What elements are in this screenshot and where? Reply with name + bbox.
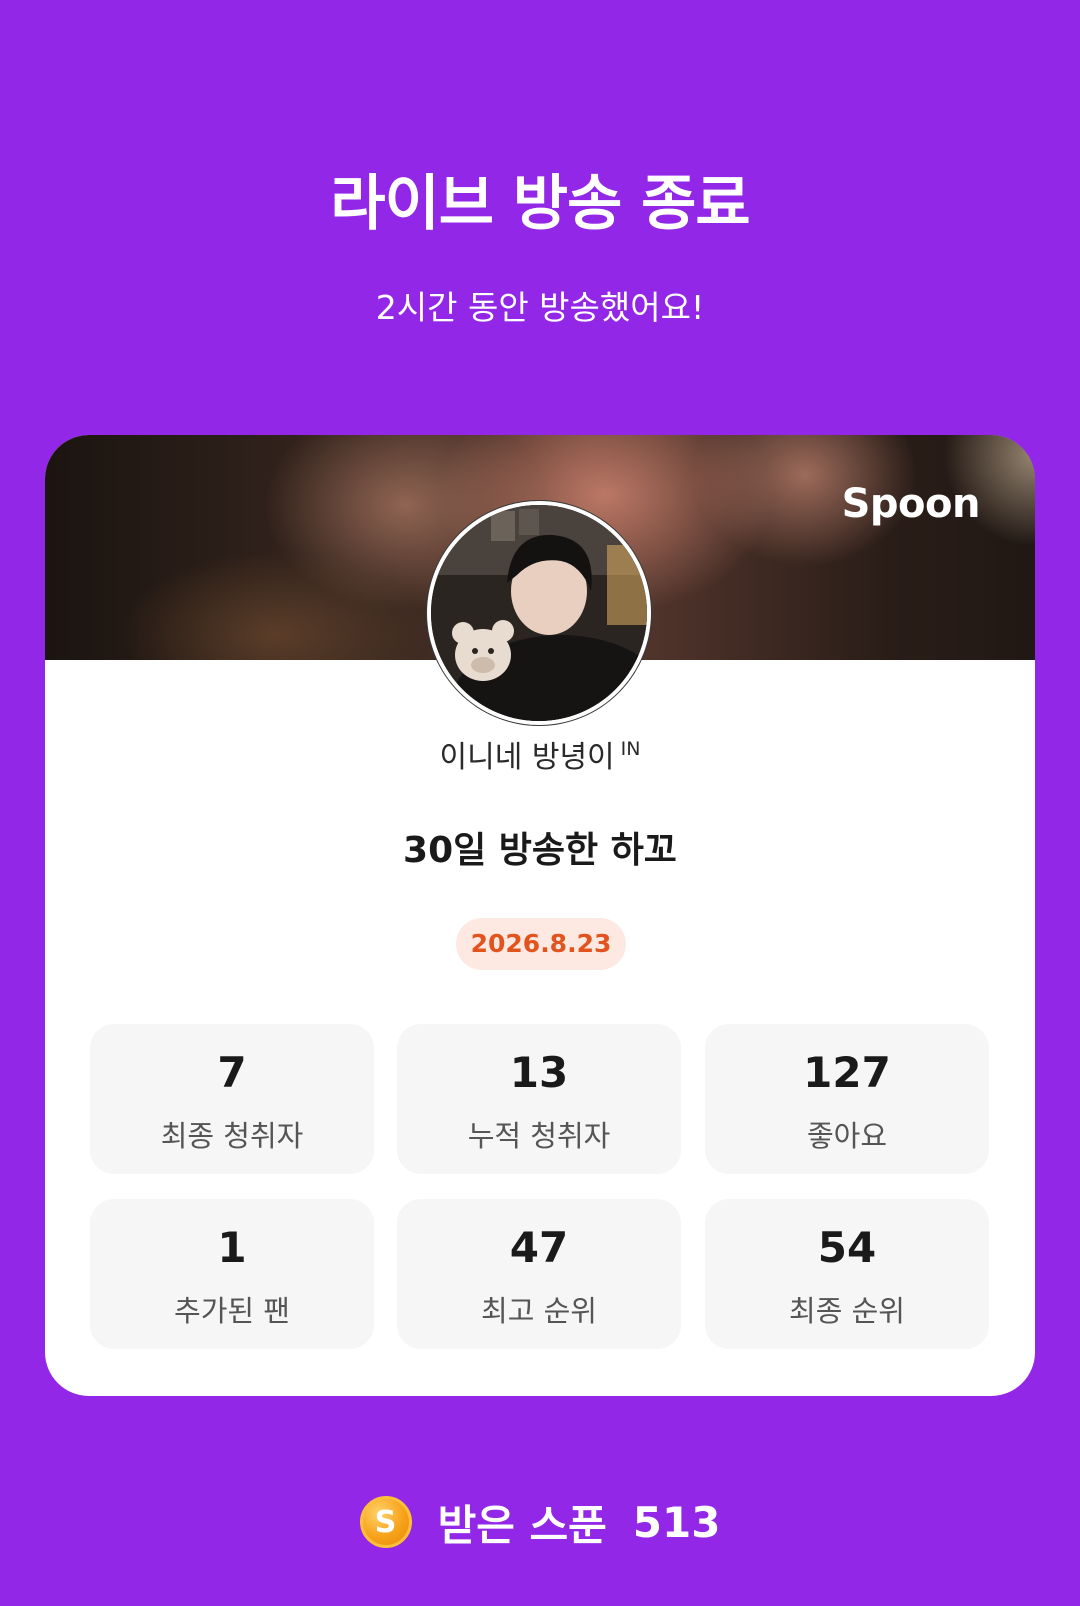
stat-value: 127 [803, 1048, 891, 1097]
stat-label: 좋아요 [806, 1119, 888, 1153]
stat-value: 7 [217, 1048, 247, 1097]
stat-label: 추가된 팬 [174, 1294, 290, 1328]
dj-name: 이니네 방녕이 [439, 740, 615, 775]
stat-final-listeners: 7 최종 청취자 [90, 1024, 374, 1174]
broadcast-duration: 2시간 동안 방송했어요! [375, 288, 705, 327]
stat-label: 최종 순위 [789, 1294, 905, 1328]
broadcast-date-badge: 2026.8.23 [456, 918, 626, 970]
avatar [427, 501, 651, 725]
received-spoons: S 받은 스푼 513 [0, 1492, 1080, 1552]
stat-highest-rank: 47 최고 순위 [397, 1199, 681, 1349]
stat-new-fans: 1 추가된 팬 [90, 1199, 374, 1349]
broadcast-milestone: 30일 방송한 하꼬 [403, 830, 677, 871]
dj-name-row: 이니네 방녕이 IN [45, 729, 1035, 778]
stat-label: 최고 순위 [481, 1294, 597, 1328]
spoon-coin-icon: S [359, 1496, 412, 1548]
stat-likes: 127 좋아요 [705, 1024, 989, 1174]
stat-final-rank: 54 최종 순위 [705, 1199, 989, 1349]
avatar-image [431, 505, 647, 721]
dj-badge: IN [620, 738, 641, 760]
stat-value: 13 [509, 1048, 569, 1097]
stat-total-listeners: 13 누적 청취자 [397, 1024, 681, 1174]
page-title: 라이브 방송 종료 [330, 169, 750, 239]
broadcast-summary-card: Spoon 이니네 방녕이 IN 30일 방송한 하꼬 2026.8.23 7 최… [45, 435, 1035, 1396]
stat-label: 누적 청취자 [467, 1119, 611, 1153]
stat-value: 47 [509, 1223, 569, 1272]
spoon-logo: Spoon [841, 481, 981, 527]
stat-label: 최종 청취자 [160, 1119, 304, 1153]
received-spoons-label: 받은 스푼 [437, 1500, 607, 1550]
received-spoons-value: 513 [632, 1497, 721, 1547]
stat-value: 54 [817, 1223, 877, 1272]
stat-value: 1 [217, 1223, 247, 1272]
